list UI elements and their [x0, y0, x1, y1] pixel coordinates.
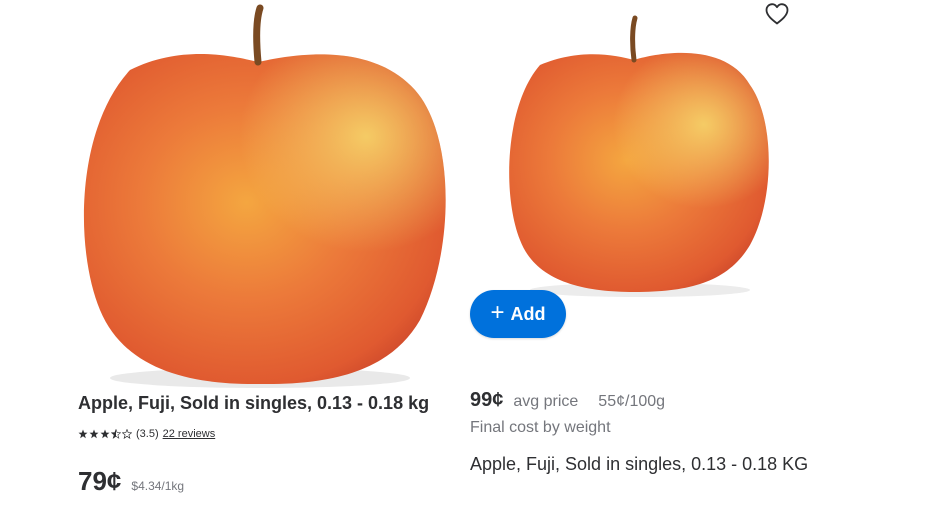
unit-price: 55¢/100g: [598, 393, 666, 410]
current-price: 79¢: [78, 466, 122, 496]
product-title[interactable]: Apple, Fuji, Sold in singles, 0.13 - 0.1…: [470, 450, 810, 479]
product-image[interactable]: [70, 0, 460, 392]
star-rating: [78, 429, 132, 439]
plus-icon: +: [490, 299, 505, 326]
final-cost-note: Final cost by weight: [470, 419, 611, 436]
product-card: + Add 99¢ avg price 55¢/100g Final cost …: [460, 0, 938, 506]
current-price: 99¢: [470, 389, 504, 411]
heart-icon: [765, 3, 789, 25]
add-label: Add: [510, 303, 546, 324]
star-half-icon: [111, 429, 121, 439]
star-icon: [100, 429, 110, 439]
rating-row: (3.5) 22 reviews: [78, 426, 215, 442]
product-title[interactable]: Apple, Fuji, Sold in singles, 0.13 - 0.1…: [78, 393, 458, 414]
star-icon: [89, 429, 99, 439]
reviews-link[interactable]: 22 reviews: [163, 428, 216, 440]
rating-value: (3.5): [136, 428, 159, 440]
add-to-cart-button[interactable]: + Add: [470, 290, 566, 338]
product-card: Apple, Fuji, Sold in singles, 0.13 - 0.1…: [0, 0, 460, 506]
price-row: 99¢ avg price 55¢/100g: [470, 389, 665, 412]
unit-price: $4.34/1kg: [131, 479, 185, 493]
price-row: 79¢ $4.34/1kg: [78, 466, 184, 497]
star-icon: [78, 429, 88, 439]
star-empty-icon: [122, 429, 132, 439]
favorite-button[interactable]: [762, 0, 792, 28]
product-image[interactable]: [500, 10, 780, 300]
avg-price-label: avg price: [513, 393, 579, 410]
